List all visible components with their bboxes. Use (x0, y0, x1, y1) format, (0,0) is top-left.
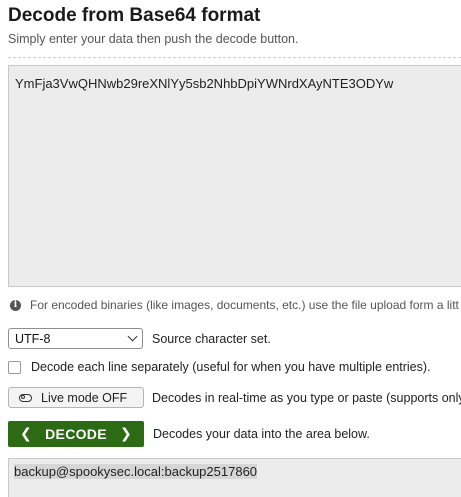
base64-input-textarea[interactable]: YmFja3VwQHNwb29reXNlYy5sb2NhbDpiYWNrdXAy… (8, 65, 461, 287)
charset-select[interactable]: UTF-8 (8, 328, 143, 349)
decode-page: Decode from Base64 format Simply enter y… (0, 0, 461, 497)
charset-selected-value: UTF-8 (15, 331, 51, 346)
file-upload-hint: i For encoded binaries (like images, doc… (10, 298, 459, 312)
output-text: backup@spookysec.local:backup2517860 (14, 464, 258, 479)
each-line-row: Decode each line separately (useful for … (8, 360, 431, 374)
decode-description: Decodes your data into the area below. (153, 427, 370, 441)
live-mode-description: Decodes in real-time as you type or past… (152, 390, 461, 405)
chevron-down-icon (127, 331, 138, 342)
header-divider (8, 57, 461, 58)
file-upload-hint-text: For encoded binaries (like images, docum… (30, 298, 459, 312)
live-mode-row: Live mode OFF Decodes in real-time as yo… (8, 387, 461, 408)
info-icon: i (10, 299, 21, 311)
live-mode-toggle-button[interactable]: Live mode OFF (8, 387, 144, 408)
decode-button[interactable]: ❮ DECODE ❯ (8, 421, 144, 447)
page-subtitle: Simply enter your data then push the dec… (8, 32, 299, 46)
decoded-output-textarea[interactable]: backup@spookysec.local:backup2517860 (8, 458, 461, 497)
chevron-left-icon: ❮ (20, 426, 33, 442)
chevron-right-icon: ❯ (119, 426, 132, 442)
toggle-off-icon (19, 393, 32, 402)
charset-label: Source character set. (152, 331, 271, 346)
input-text: YmFja3VwQHNwb29reXNlYy5sb2NhbDpiYWNrdXAy… (15, 76, 394, 91)
page-title: Decode from Base64 format (8, 5, 261, 26)
each-line-label[interactable]: Decode each line separately (useful for … (31, 360, 431, 374)
live-mode-button-label: Live mode OFF (41, 390, 128, 405)
charset-row: UTF-8 Source character set. (8, 328, 271, 349)
decode-button-label: DECODE (45, 426, 107, 442)
each-line-checkbox[interactable] (8, 360, 21, 374)
decode-row: ❮ DECODE ❯ Decodes your data into the ar… (8, 421, 370, 447)
